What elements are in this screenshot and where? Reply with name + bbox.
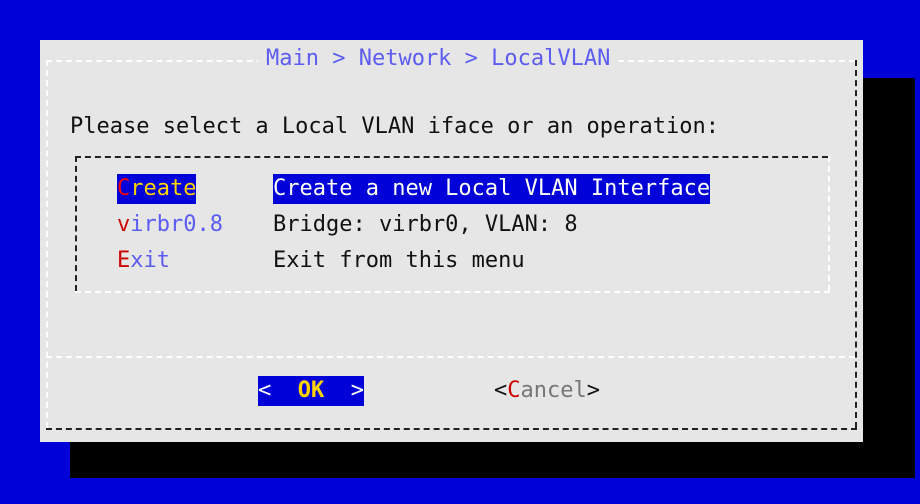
menu-border-top <box>75 156 828 158</box>
ok-button[interactable]: < OK > <box>258 376 364 406</box>
cancel-button[interactable]: <Cancel> <box>494 376 600 406</box>
menu-item-description: Create a new Local VLAN Interface <box>273 174 711 204</box>
button-separator <box>46 356 855 358</box>
menu-item-tag-rest: xit <box>130 248 170 273</box>
hotkey-letter: v <box>117 212 131 237</box>
hotkey-letter: C <box>117 176 131 201</box>
menu-item-tag-rest: reate <box>130 176 197 201</box>
ok-button-bracket-left: < <box>258 378 298 403</box>
cancel-button-bracket-right: > <box>586 378 600 403</box>
menu-list: Create Create a new Local VLAN Interface… <box>75 156 830 293</box>
hotkey-letter: E <box>117 248 131 273</box>
menu-item-tag: virbr0.8 <box>117 210 223 240</box>
menu-item-tag: Create <box>117 174 197 204</box>
menu-border-right <box>828 156 830 291</box>
ok-button-bracket-right: > <box>324 378 364 403</box>
cancel-button-bracket-left: < <box>494 378 508 403</box>
menu-item-tag: Exit <box>117 246 170 276</box>
hotkey-letter: C <box>507 378 521 403</box>
dialog-prompt: Please select a Local VLAN iface or an o… <box>70 114 720 139</box>
dialog-border-right <box>855 60 857 428</box>
menu-dialog: Main > Network > LocalVLAN Please select… <box>40 40 863 442</box>
dialog-border-bottom <box>46 428 857 430</box>
menu-item-description: Exit from this menu <box>273 248 525 273</box>
dialog-border-left <box>46 60 48 428</box>
menu-border-bottom <box>75 291 830 293</box>
menu-item-tag-rest: irbr0.8 <box>130 212 223 237</box>
dialog-title: Main > Network > LocalVLAN <box>258 44 619 74</box>
menu-item-description: Bridge: virbr0, VLAN: 8 <box>273 212 578 237</box>
cancel-button-label: ancel <box>520 378 587 403</box>
ok-button-label: OK <box>297 378 325 403</box>
menu-border-left <box>75 156 77 291</box>
